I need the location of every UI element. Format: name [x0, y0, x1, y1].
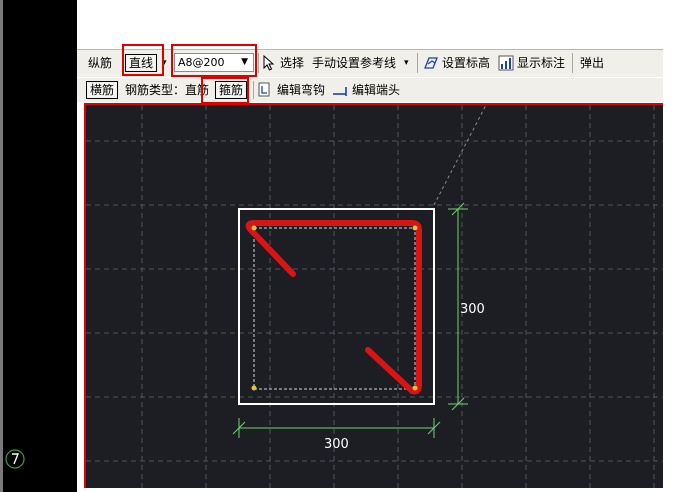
refline-dropdown-arrow-icon[interactable]: ▾: [404, 54, 409, 72]
select-button[interactable]: 选择: [280, 54, 304, 72]
reference-line[interactable]: [433, 105, 487, 206]
highlight-rebar-spec: [171, 44, 257, 77]
axis-glyph-icon: [5, 449, 25, 469]
section-outline[interactable]: [238, 208, 435, 405]
cursor-arrow-icon: [263, 55, 275, 71]
manual-refline-button[interactable]: 手动设置参考线: [312, 54, 396, 72]
panel-edge: [0, 0, 3, 492]
set-elevation-icon: [424, 57, 438, 69]
edit-end-button[interactable]: 编辑端头: [352, 81, 400, 99]
set-elevation-button[interactable]: 设置标高: [442, 54, 490, 72]
title-area: [77, 0, 679, 46]
grid-lines: [86, 105, 663, 488]
highlight-stirrup-button: [201, 77, 249, 104]
toolbar-separator: [572, 53, 573, 73]
toolbar-separator: [253, 81, 254, 99]
longitudinal-label: 纵筋: [88, 56, 113, 70]
transverse-button[interactable]: 横筋: [86, 81, 119, 99]
left-panel: [0, 0, 77, 492]
edit-hook-icon: [258, 82, 270, 97]
show-dimension-button[interactable]: 显示标注: [517, 54, 565, 72]
rebar-type-label: 钢筋类型：: [125, 83, 186, 97]
dim-vertical-text: 300: [460, 302, 485, 317]
highlight-line-button: [122, 44, 164, 76]
horizontal-dimension: [232, 418, 441, 438]
dim-horizontal-text: 300: [324, 437, 349, 452]
drawing-canvas[interactable]: 300 300: [86, 105, 663, 488]
show-dimension-icon: [498, 55, 514, 71]
edit-end-icon: [333, 87, 347, 96]
popup-button[interactable]: 弹出: [580, 54, 604, 72]
edit-hook-button[interactable]: 编辑弯钩: [277, 81, 325, 99]
toolbar-separator: [258, 53, 259, 73]
toolbar-separator: [417, 53, 418, 73]
